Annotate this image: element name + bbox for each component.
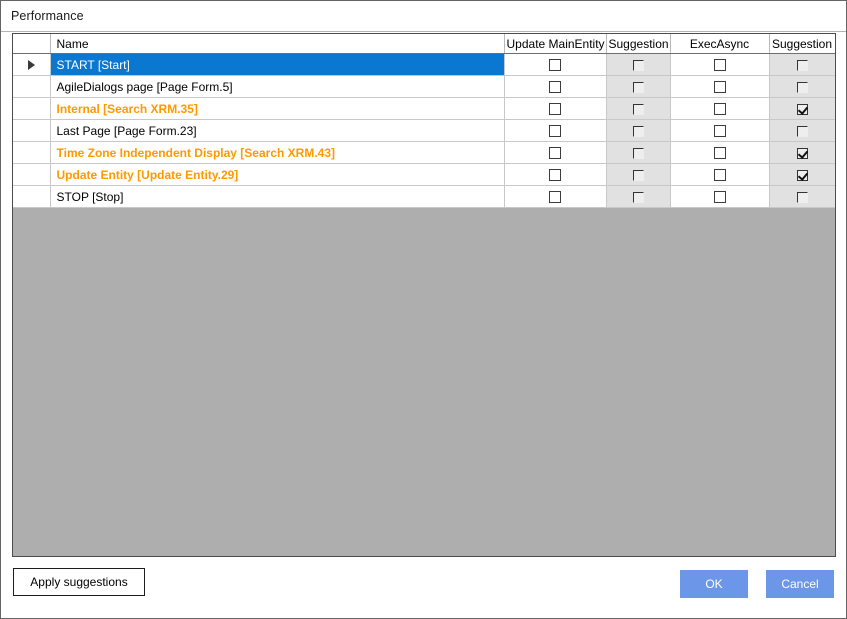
table-row[interactable]: Time Zone Independent Display [Search XR… [13, 141, 835, 164]
table-row[interactable]: STOP [Stop] [13, 185, 835, 208]
checkbox-suggestion-exec[interactable] [796, 147, 808, 159]
cell-suggestion-update[interactable] [606, 163, 671, 186]
checkbox-exec-async[interactable] [713, 169, 726, 182]
cell-name[interactable]: Update Entity [Update Entity.29] [50, 163, 505, 186]
checkbox-suggestion-exec[interactable] [796, 169, 808, 181]
checkbox-exec-async[interactable] [713, 191, 726, 204]
cell-update-main-entity[interactable] [504, 163, 607, 186]
checkbox-suggestion-update[interactable] [632, 147, 644, 159]
cell-suggestion-update[interactable] [606, 97, 671, 120]
column-header-name[interactable]: Name [50, 34, 505, 54]
cell-update-main-entity[interactable] [504, 75, 607, 98]
table-row[interactable]: Internal [Search XRM.35] [13, 97, 835, 120]
checkbox-suggestion-update[interactable] [632, 59, 644, 71]
grid-body: START [Start] AgileDialogs page [Page For… [13, 53, 835, 208]
checkbox-update-main-entity[interactable] [549, 81, 561, 94]
cell-suggestion-update[interactable] [606, 141, 671, 164]
row-selector-cell[interactable] [13, 141, 51, 164]
checkbox-suggestion-exec[interactable] [796, 125, 808, 137]
column-header-exec-async[interactable]: ExecAsync [670, 34, 770, 54]
cell-suggestion-exec[interactable] [769, 185, 835, 208]
cell-exec-async[interactable] [670, 97, 770, 120]
cell-name[interactable]: START [Start] [50, 53, 505, 76]
row-selector-cell[interactable] [13, 163, 51, 186]
cell-exec-async[interactable] [670, 75, 770, 98]
checkbox-exec-async[interactable] [713, 81, 726, 94]
dialog-footer: Apply suggestions OK Cancel [1, 557, 846, 618]
cell-update-main-entity[interactable] [504, 97, 607, 120]
cell-exec-async[interactable] [670, 163, 770, 186]
row-selector-arrow-icon [27, 60, 35, 71]
checkbox-update-main-entity[interactable] [549, 191, 561, 204]
data-grid: Name Update MainEntity Suggestion ExecAs… [13, 34, 835, 208]
cell-suggestion-update[interactable] [606, 119, 671, 142]
table-row[interactable]: Update Entity [Update Entity.29] [13, 163, 835, 186]
checkbox-exec-async[interactable] [713, 125, 726, 138]
cell-exec-async[interactable] [670, 53, 770, 76]
cell-suggestion-exec[interactable] [769, 119, 835, 142]
ok-button[interactable]: OK [680, 570, 748, 598]
cell-exec-async[interactable] [670, 185, 770, 208]
checkbox-update-main-entity[interactable] [549, 59, 561, 72]
cell-update-main-entity[interactable] [504, 119, 607, 142]
cell-name[interactable]: Last Page [Page Form.23] [50, 119, 505, 142]
table-row[interactable]: START [Start] [13, 53, 835, 76]
table-row[interactable]: Last Page [Page Form.23] [13, 119, 835, 142]
grid-region: Name Update MainEntity Suggestion ExecAs… [1, 32, 846, 557]
checkbox-suggestion-exec[interactable] [796, 103, 808, 115]
column-header-suggestion-update[interactable]: Suggestion [606, 34, 671, 54]
cell-name[interactable]: STOP [Stop] [50, 185, 505, 208]
row-selector-cell[interactable] [13, 119, 51, 142]
row-selector-cell[interactable] [13, 53, 51, 76]
grid-header-row: Name Update MainEntity Suggestion ExecAs… [13, 34, 835, 54]
cell-suggestion-exec[interactable] [769, 97, 835, 120]
column-header-suggestion-exec[interactable]: Suggestion [769, 34, 835, 54]
performance-dialog: Performance Name Update MainEntity Sugge… [0, 0, 847, 619]
title-bar: Performance [1, 1, 846, 32]
cell-exec-async[interactable] [670, 119, 770, 142]
checkbox-update-main-entity[interactable] [549, 103, 561, 116]
cell-update-main-entity[interactable] [504, 185, 607, 208]
cell-suggestion-exec[interactable] [769, 53, 835, 76]
checkbox-suggestion-exec[interactable] [796, 81, 808, 93]
checkbox-exec-async[interactable] [713, 59, 726, 72]
row-selector-cell[interactable] [13, 185, 51, 208]
cell-suggestion-exec[interactable] [769, 75, 835, 98]
checkbox-exec-async[interactable] [713, 103, 726, 116]
cell-update-main-entity[interactable] [504, 53, 607, 76]
checkbox-exec-async[interactable] [713, 147, 726, 160]
checkbox-suggestion-update[interactable] [632, 125, 644, 137]
cell-suggestion-exec[interactable] [769, 141, 835, 164]
checkbox-suggestion-exec[interactable] [796, 59, 808, 71]
cell-update-main-entity[interactable] [504, 141, 607, 164]
cell-name[interactable]: Time Zone Independent Display [Search XR… [50, 141, 505, 164]
row-selector-cell[interactable] [13, 75, 51, 98]
column-header-update-main-entity[interactable]: Update MainEntity [504, 34, 607, 54]
cell-name[interactable]: Internal [Search XRM.35] [50, 97, 505, 120]
apply-suggestions-button[interactable]: Apply suggestions [13, 568, 145, 596]
checkbox-update-main-entity[interactable] [549, 125, 561, 138]
window-title: Performance [11, 9, 84, 23]
cell-suggestion-update[interactable] [606, 53, 671, 76]
grid-header: Name Update MainEntity Suggestion ExecAs… [13, 34, 835, 54]
column-header-gutter[interactable] [13, 34, 51, 54]
checkbox-suggestion-update[interactable] [632, 81, 644, 93]
checkbox-suggestion-update[interactable] [632, 169, 644, 181]
cell-suggestion-update[interactable] [606, 185, 671, 208]
cell-suggestion-update[interactable] [606, 75, 671, 98]
checkbox-update-main-entity[interactable] [549, 147, 561, 160]
row-selector-cell[interactable] [13, 97, 51, 120]
cell-exec-async[interactable] [670, 141, 770, 164]
checkbox-update-main-entity[interactable] [549, 169, 561, 182]
checkbox-suggestion-exec[interactable] [796, 191, 808, 203]
cancel-button[interactable]: Cancel [766, 570, 834, 598]
cell-name[interactable]: AgileDialogs page [Page Form.5] [50, 75, 505, 98]
table-row[interactable]: AgileDialogs page [Page Form.5] [13, 75, 835, 98]
cell-suggestion-exec[interactable] [769, 163, 835, 186]
checkbox-suggestion-update[interactable] [632, 191, 644, 203]
checkbox-suggestion-update[interactable] [632, 103, 644, 115]
data-grid-container[interactable]: Name Update MainEntity Suggestion ExecAs… [12, 33, 836, 557]
